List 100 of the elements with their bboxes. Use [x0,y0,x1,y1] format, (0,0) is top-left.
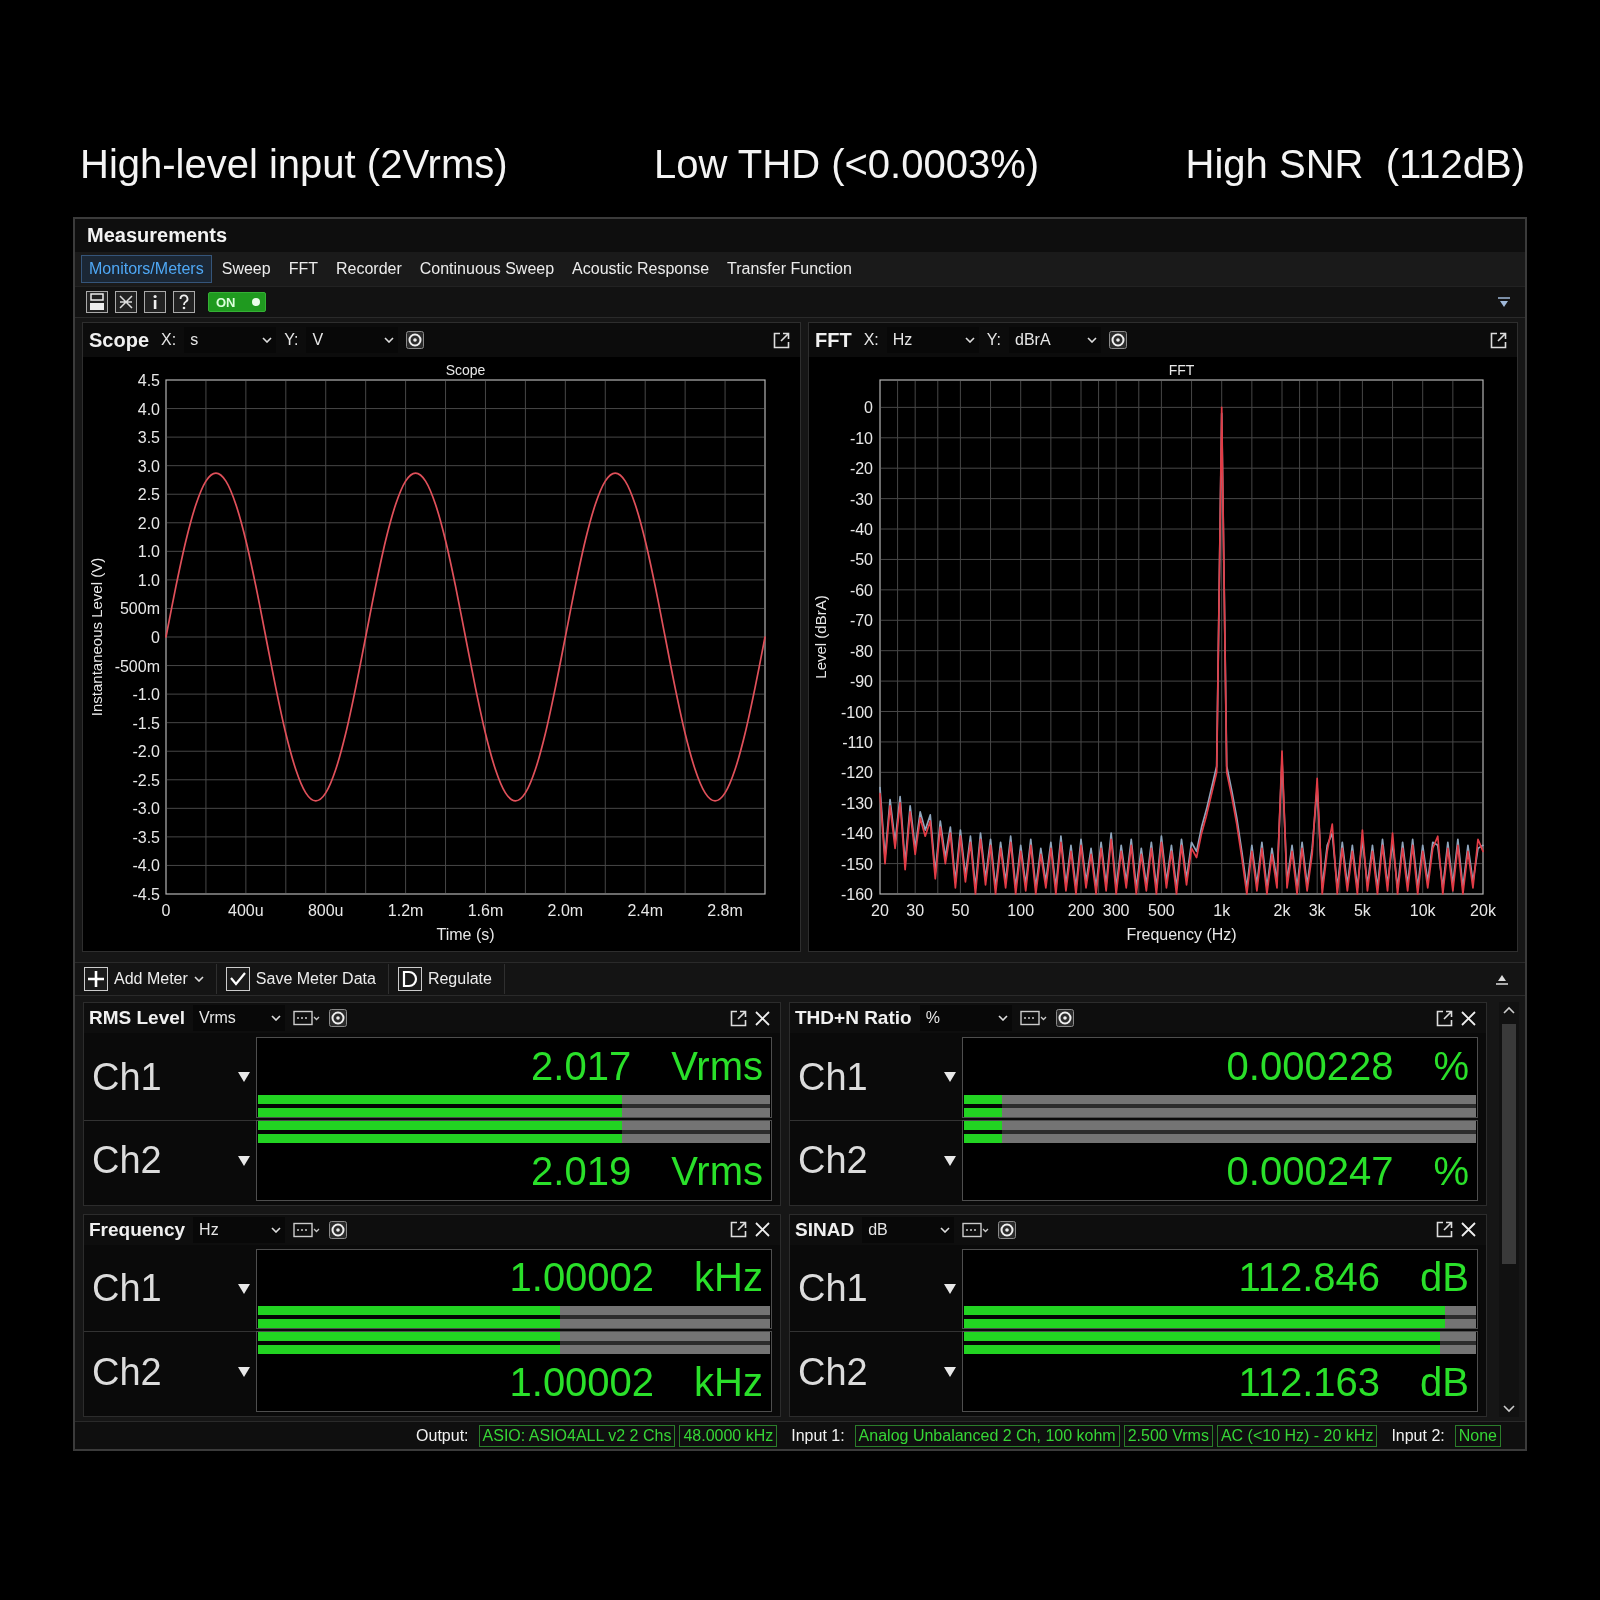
axis-tick-label: -1.5 [132,714,160,732]
external-link-icon[interactable] [730,1221,747,1238]
axis-tick-label: 0 [864,399,873,417]
caret-down-icon[interactable] [944,1155,956,1166]
caret-down-icon[interactable] [944,1283,956,1294]
headline-text: High SNR (112dB) [1185,141,1525,188]
caret-down-icon[interactable] [238,1072,250,1083]
tab[interactable]: Acoustic Response [564,255,718,283]
unit-dropdown[interactable]: V [306,327,399,353]
axis-tick-label: 2k [1273,902,1291,919]
caret-down-icon[interactable] [238,1367,250,1378]
target-icon[interactable] [406,331,425,349]
asterisk-icon[interactable] [115,291,137,313]
caret-down-icon[interactable] [238,1155,250,1166]
axis-title: Time (s) [436,926,495,943]
options-menu-icon[interactable] [1019,1010,1048,1026]
toolbar-button[interactable]: Regulate [394,964,505,994]
scroll-up-icon[interactable] [1503,1006,1515,1014]
unit-dropdown[interactable]: dBrA [1009,327,1101,353]
meter-title: Frequency [89,1218,186,1241]
options-menu-icon[interactable] [962,1221,991,1238]
close-icon[interactable] [1461,1222,1476,1237]
plus-icon [84,967,108,991]
axis-tick-label: 400u [228,902,264,919]
target-icon[interactable] [1109,331,1127,349]
axis-title: Instantaneous Level (V) [87,557,105,717]
axis-tick-label: 3k [1308,902,1326,919]
unit-dropdown[interactable]: Hz [886,327,979,353]
meter-value: 1.00002 [509,1255,655,1301]
axis-label: X: [161,331,177,349]
unit-dropdown[interactable]: dB [862,1216,955,1243]
meter-unit: kHz [694,1255,763,1301]
unit-dropdown[interactable]: Vrms [193,1005,286,1031]
external-link-icon[interactable] [773,331,790,349]
meter-unit: dB [1420,1255,1469,1301]
chevron-down-icon [384,337,395,343]
toolbar-button[interactable]: Save Meter Data [222,964,389,994]
channel-label: Ch2 [798,1139,868,1183]
external-link-icon[interactable] [1436,1221,1453,1238]
status-label: Output: [416,1426,469,1445]
close-icon[interactable] [755,1222,770,1237]
triangle-down-icon[interactable] [1497,296,1511,308]
axis-label: Y: [986,331,1001,349]
meter-title: THD+N Ratio [795,1007,912,1029]
chevron-down-icon [997,1015,1008,1021]
options-menu-icon[interactable] [293,1010,322,1026]
external-link-icon[interactable] [1490,331,1507,349]
axis-tick-label: 5k [1353,902,1371,919]
axis-tick-label: -90 [849,673,873,691]
axis-tick-label: 3.0 [137,457,160,475]
axis-tick-label: 500 [1148,902,1175,919]
axis-tick-label: 100 [1007,902,1035,919]
axis-tick-label: -80 [849,642,873,660]
unit-dropdown[interactable]: % [919,1005,1012,1031]
tab[interactable]: Recorder [327,255,410,283]
target-icon[interactable] [329,1220,348,1239]
tab[interactable]: Continuous Sweep [411,255,563,283]
unit-dropdown[interactable]: Hz [193,1216,286,1243]
axis-tick-label: -10 [849,429,873,447]
target-icon[interactable] [329,1009,348,1027]
tab[interactable]: Sweep [213,255,279,283]
channel-label: Ch1 [798,1055,868,1099]
axis-tick-label: 800u [307,902,344,919]
tab[interactable]: FFT [280,255,326,283]
target-icon[interactable] [1055,1009,1074,1027]
eject-icon[interactable] [1495,973,1509,985]
meter-unit: % [1433,1043,1469,1089]
chevron-down-icon [193,976,204,982]
axis-tick-label: -60 [849,581,873,599]
options-menu-icon[interactable] [293,1221,322,1238]
meter-unit: Vrms [671,1043,763,1089]
external-link-icon[interactable] [1436,1009,1453,1027]
caret-down-icon[interactable] [944,1367,956,1378]
unit-dropdown[interactable]: s [184,327,277,353]
close-icon[interactable] [755,1010,770,1026]
caret-down-icon[interactable] [238,1283,250,1294]
chevron-down-icon [271,1226,282,1233]
scrollbar-thumb[interactable] [1502,1024,1516,1264]
save-icon[interactable] [86,291,108,313]
caret-down-icon[interactable] [944,1072,956,1083]
tab[interactable]: Transfer Function [719,255,860,283]
axis-tick-label: 3.5 [137,429,160,447]
tab[interactable]: Monitors/Meters [81,255,212,283]
axis-tick-label: 2.5 [137,486,160,504]
target-icon[interactable] [998,1220,1017,1239]
axis-tick-label: -40 [849,521,873,539]
close-icon[interactable] [1461,1010,1476,1026]
axis-tick-label: 0 [161,902,171,919]
menu-button[interactable]: Add Meter [81,964,217,994]
status-label: Input 2: [1391,1426,1445,1445]
help-icon[interactable] [173,291,195,313]
meter-unit: % [1433,1148,1469,1194]
chevron-down-icon [271,1015,282,1021]
info-icon[interactable] [144,291,166,313]
axis-tick-label: -500m [114,657,160,675]
scroll-down-icon[interactable] [1503,1405,1515,1413]
chevron-down-icon [262,337,273,343]
external-link-icon[interactable] [730,1009,747,1027]
axis-tick-label: -160 [840,886,873,903]
axis-tick-label: 20k [1470,902,1496,919]
